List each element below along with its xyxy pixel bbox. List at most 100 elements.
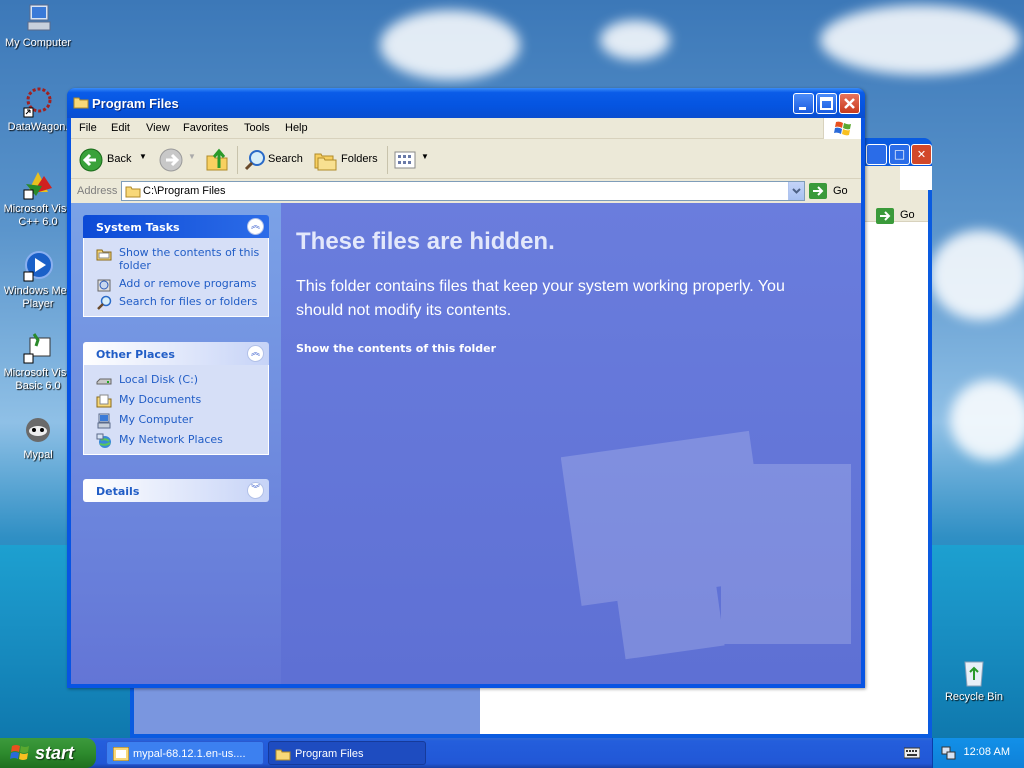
my-documents-icon [96,394,112,408]
minimize-icon [799,107,806,110]
menu-file[interactable]: File [79,122,97,134]
desktop-icon-label: Windows Mec Player [3,285,73,310]
views-icon [394,151,416,169]
back-arrow-icon [79,148,103,172]
recycle-bin-icon [958,656,990,688]
go-arrow-icon [809,183,827,199]
add-remove-programs-icon [97,279,111,292]
network-tray-icon[interactable] [941,745,957,761]
forward-button[interactable]: ▼ [159,148,199,172]
desktop-icon-label: Mypal [23,449,53,461]
program-files-window[interactable]: Program Files File Edit View Favorites T… [67,88,865,688]
network-places-icon [96,433,111,448]
taskbar-button-program-files[interactable]: Program Files [268,741,426,765]
address-label: Address [77,185,118,197]
up-folder-icon [206,148,228,171]
back-label: Back [107,153,132,165]
visual-cpp-icon [22,168,54,200]
folder-icon [125,186,141,198]
desktop-icon-visual-basic[interactable]: Microsoft Visu Basic 6.0 [0,332,76,393]
menu-bar: File Edit View Favorites Tools Help [71,118,861,139]
details-panel: Details ︾ [83,479,269,502]
mypal-window-icon [113,747,129,761]
desktop-icon-mypal[interactable]: Mypal [0,414,76,462]
desktop-icon-label: Microsoft Visu Basic 6.0 [3,367,73,392]
task-add-remove-programs[interactable]: Add or remove programs [96,277,260,292]
task-show-contents[interactable]: Show the contents of this folder [96,246,260,272]
up-folder-button[interactable] [205,148,231,172]
menu-help[interactable]: Help [285,122,308,134]
address-value: C:\Program Files [143,185,226,197]
back-button[interactable]: Back ▼ [77,148,149,172]
hidden-files-message: This folder contains files that keep you… [296,278,785,319]
show-contents-icon [96,249,112,261]
place-my-documents[interactable]: My Documents [96,393,260,408]
place-local-disk[interactable]: Local Disk (C:) [96,373,260,386]
menu-tools[interactable]: Tools [244,122,270,134]
desktop-icon-visual-cpp[interactable]: Microsoft Visu C++ 6.0 [0,168,76,229]
place-my-network-places[interactable]: My Network Places [96,433,260,448]
windows-logo-icon [823,118,861,139]
desktop-icon-label: My Computer [4,37,72,49]
go-label: Go [833,185,848,197]
search-button[interactable]: Search [243,148,307,172]
search-label: Search [268,153,303,165]
window-title: Program Files [92,96,179,111]
close-icon [844,98,855,109]
other-places-header[interactable]: Other Places ︽ [83,342,269,365]
folders-button[interactable]: Folders [313,148,379,172]
other-places-panel: Other Places ︽ Local Disk (C:) My Docume… [83,342,269,455]
forward-dropdown-icon[interactable]: ▼ [188,152,196,161]
address-dropdown-button[interactable] [788,182,804,200]
toolbar: Back ▼ ▼ Search Folders ▼ [71,140,861,179]
title-bar[interactable]: Program Files [67,88,865,118]
details-header[interactable]: Details ︾ [83,479,269,502]
my-computer-icon [22,2,54,34]
forward-arrow-icon [159,148,183,172]
system-tasks-header[interactable]: System Tasks ︽ [83,215,269,238]
desktop-icon-recycle-bin[interactable]: Recycle Bin [936,656,1012,704]
menu-edit[interactable]: Edit [111,122,130,134]
maximize-button[interactable] [816,93,837,114]
menu-view[interactable]: View [146,122,170,134]
views-button[interactable]: ▼ [393,148,429,172]
collapse-icon[interactable]: ︽ [247,218,264,235]
show-contents-link[interactable]: Show the contents of this folder [296,342,496,355]
background-go-label: Go [900,209,915,221]
taskbar-button-mypal[interactable]: mypal-68.12.1.en-us.... [106,741,264,765]
task-pane: System Tasks ︽ Show the contents of this… [71,203,281,684]
taskbar-label: Program Files [295,748,364,760]
start-button[interactable]: start [0,738,96,768]
back-dropdown-icon[interactable]: ▼ [139,152,147,161]
hard-drive-icon [96,378,112,385]
menu-favorites[interactable]: Favorites [183,122,228,134]
task-search-files[interactable]: Search for files or folders [96,295,260,310]
taskbar-label: mypal-68.12.1.en-us.... [133,748,246,760]
start-label: start [35,743,75,763]
desktop-icon-label: Recycle Bin [944,691,1004,703]
desktop-icon-media-player[interactable]: Windows Mec Player [0,250,76,311]
desktop-icon-label: DataWagon. [7,121,69,133]
system-tasks-panel: System Tasks ︽ Show the contents of this… [83,215,269,317]
expand-icon[interactable]: ︾ [247,482,264,499]
folders-label: Folders [341,153,378,165]
folder-icon [73,97,89,109]
clock[interactable]: 12:08 AM [964,746,1010,758]
search-icon [97,295,112,310]
details-title: Details [96,485,140,498]
desktop-icon-my-computer[interactable]: My Computer [0,2,76,50]
close-button[interactable] [839,93,860,114]
views-dropdown-icon[interactable]: ▼ [421,152,429,161]
address-input[interactable]: C:\Program Files [121,181,805,201]
collapse-icon[interactable]: ︽ [247,345,264,362]
minimize-button[interactable] [793,93,814,114]
keyboard-icon[interactable] [904,746,920,760]
media-player-icon [22,250,54,282]
desktop-icon-datawagon[interactable]: DataWagon. [0,86,76,134]
visual-basic-icon [22,332,54,364]
place-my-computer[interactable]: My Computer [96,413,260,429]
computer-watermark-icon [561,430,851,660]
address-bar: Address C:\Program Files Go [71,180,861,202]
chevron-down-icon [792,188,801,194]
desktop-icon-label: Microsoft Visu C++ 6.0 [3,203,73,228]
